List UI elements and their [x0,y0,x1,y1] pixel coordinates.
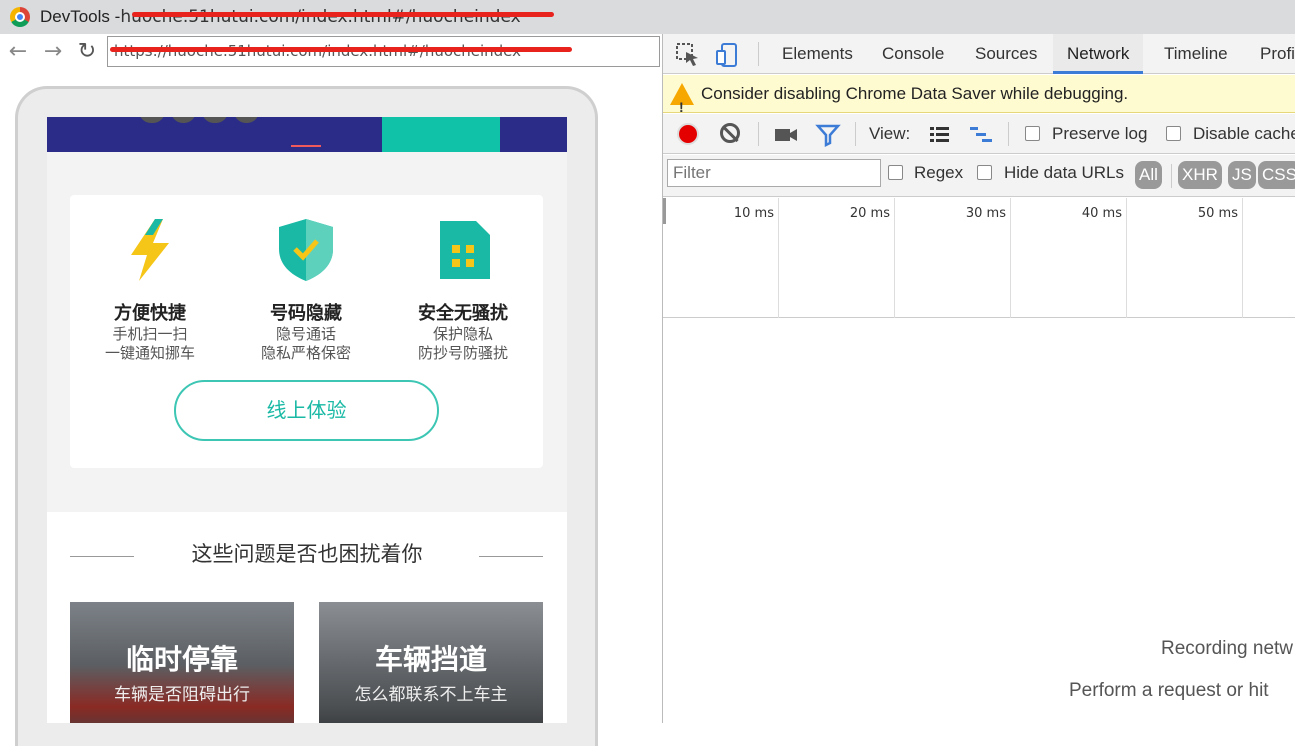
record-button[interactable] [677,123,699,145]
filter-bar: Regex Hide data URLs All XHR JS CSS [663,155,1295,197]
hide-data-urls-label: Hide data URLs [1004,163,1125,182]
feature-card: 方便快捷 手机扫一扫 一键通知挪车 号码隐藏 隐号通话 隐私严格保密 安全无骚扰… [70,195,543,468]
top-banner [47,117,567,152]
banner-dots [139,117,259,123]
window-titlebar: DevTools - huoche.51hutui.com/index.html… [0,0,1295,34]
shield-check-icon [271,215,341,285]
window-title-url: huoche.51hutui.com/index.html#/huocheind… [120,7,521,27]
tab-timeline[interactable]: Timeline [1150,34,1242,74]
network-overview-timeline[interactable]: 10 ms 20 ms 30 ms 40 ms 50 ms [663,198,1295,318]
feature-subtitle: 隐私严格保密 [260,344,351,362]
filter-input[interactable] [667,159,881,187]
card-subtitle: 车辆是否阻碍出行 [114,685,250,705]
device-mode-icon[interactable] [715,42,741,68]
waterfall-icon[interactable] [968,122,994,148]
timeline-tick: 30 ms [895,198,1011,318]
card-title: 车辆挡道 [374,643,487,676]
tab-elements[interactable]: Elements [768,34,867,74]
hide-data-urls-checkbox[interactable] [977,165,992,180]
card-blocking-road[interactable]: 车辆挡道 怎么都联系不上车主 [319,602,543,723]
feature-subtitle: 一键通知挪车 [104,344,195,362]
clear-button[interactable] [720,123,740,143]
feature-title: 号码隐藏 [270,303,342,324]
devtools-tabbar: Elements Console Sources Network Timelin… [663,34,1295,74]
card-temporary-parking[interactable]: 临时停靠 车辆是否阻碍出行 [70,602,294,723]
forward-arrow-icon[interactable]: → [40,39,66,65]
window-title: DevTools - [40,7,121,26]
timeline-tick: 50 ms [1127,198,1243,318]
mobile-screen: 方便快捷 手机扫一扫 一键通知挪车 号码隐藏 隐号通话 隐私严格保密 安全无骚扰… [47,117,567,723]
view-label: View: [869,124,911,143]
banner-teal-block [382,117,500,152]
separator [1008,122,1009,146]
filter-icon[interactable] [815,122,841,148]
filter-xhr-button[interactable]: XHR [1178,161,1222,189]
devtools-panel: Elements Console Sources Network Timelin… [662,34,1295,723]
tab-console[interactable]: Console [868,34,958,74]
feature-title: 安全无骚扰 [418,303,508,324]
separator [855,122,856,146]
feature-subtitle: 保护隐私 [432,325,493,343]
warning-icon [670,83,694,126]
feature-subtitle: 隐号通话 [275,325,336,343]
disable-cache-checkbox[interactable] [1166,126,1181,141]
chrome-logo-icon [10,7,30,27]
redaction-line [132,12,554,17]
network-toolbar: View: Preserve log Disable cache [663,114,1295,154]
card-title: 临时停靠 [125,643,238,676]
timeline-tick: 20 ms [779,198,895,318]
tab-profiles[interactable]: Profi [1246,34,1295,74]
redaction-line [110,47,572,52]
preserve-log-label: Preserve log [1052,124,1148,143]
timeline-tick: 10 ms [663,198,779,318]
divider [479,556,543,557]
disable-cache-label: Disable cache [1193,124,1295,143]
feature-title: 方便快捷 [114,303,186,324]
feature-subtitle: 手机扫一扫 [112,325,188,343]
inspect-element-icon[interactable] [675,42,701,68]
empty-state-line2: Perform a request or hit [1069,680,1269,701]
section-heading: 这些问题是否也困扰着你 [191,542,423,566]
filter-css-button[interactable]: CSS [1258,161,1295,189]
sim-card-icon [428,215,498,285]
banner-indicator [291,145,321,147]
browser-navbar: ← → ↻ https://huoche.51hutui.com/index.h… [0,34,662,70]
feature-convenient: 方便快捷 手机扫一扫 一键通知挪车 [70,215,230,363]
feature-subtitle: 防抄号防骚扰 [417,344,508,362]
timeline-tick: 40 ms [1011,198,1127,318]
preserve-log-checkbox[interactable] [1025,126,1040,141]
filter-js-button[interactable]: JS [1228,161,1256,189]
regex-checkbox[interactable] [888,165,903,180]
problems-section: 这些问题是否也困扰着你 临时停靠 车辆是否阻碍出行 车辆挡道 怎么都联系不上车主 [47,512,567,723]
separator [1171,164,1172,188]
separator [758,42,759,66]
feature-safe: 安全无骚扰 保护隐私 防抄号防骚扰 [383,215,543,363]
data-saver-warning: Consider disabling Chrome Data Saver whi… [663,75,1295,126]
capture-screenshots-icon[interactable] [773,122,799,148]
separator [758,122,759,146]
large-rows-icon[interactable] [927,122,953,148]
lightning-icon [115,215,185,285]
tab-sources[interactable]: Sources [961,34,1051,74]
regex-label: Regex [914,163,964,182]
feature-hidden-number: 号码隐藏 隐号通话 隐私严格保密 [226,215,386,363]
empty-state-line1: Recording netw [1161,638,1294,659]
card-subtitle: 怎么都联系不上车主 [354,685,508,705]
reload-icon[interactable]: ↻ [74,39,100,65]
back-arrow-icon[interactable]: ← [5,39,31,65]
browser-pane: ← → ↻ https://huoche.51hutui.com/index.h… [0,34,662,746]
warning-text: Consider disabling Chrome Data Saver whi… [701,84,1129,103]
try-online-button[interactable]: 线上体验 [174,380,439,441]
filter-all-button[interactable]: All [1135,161,1162,189]
tab-network[interactable]: Network [1053,34,1144,74]
